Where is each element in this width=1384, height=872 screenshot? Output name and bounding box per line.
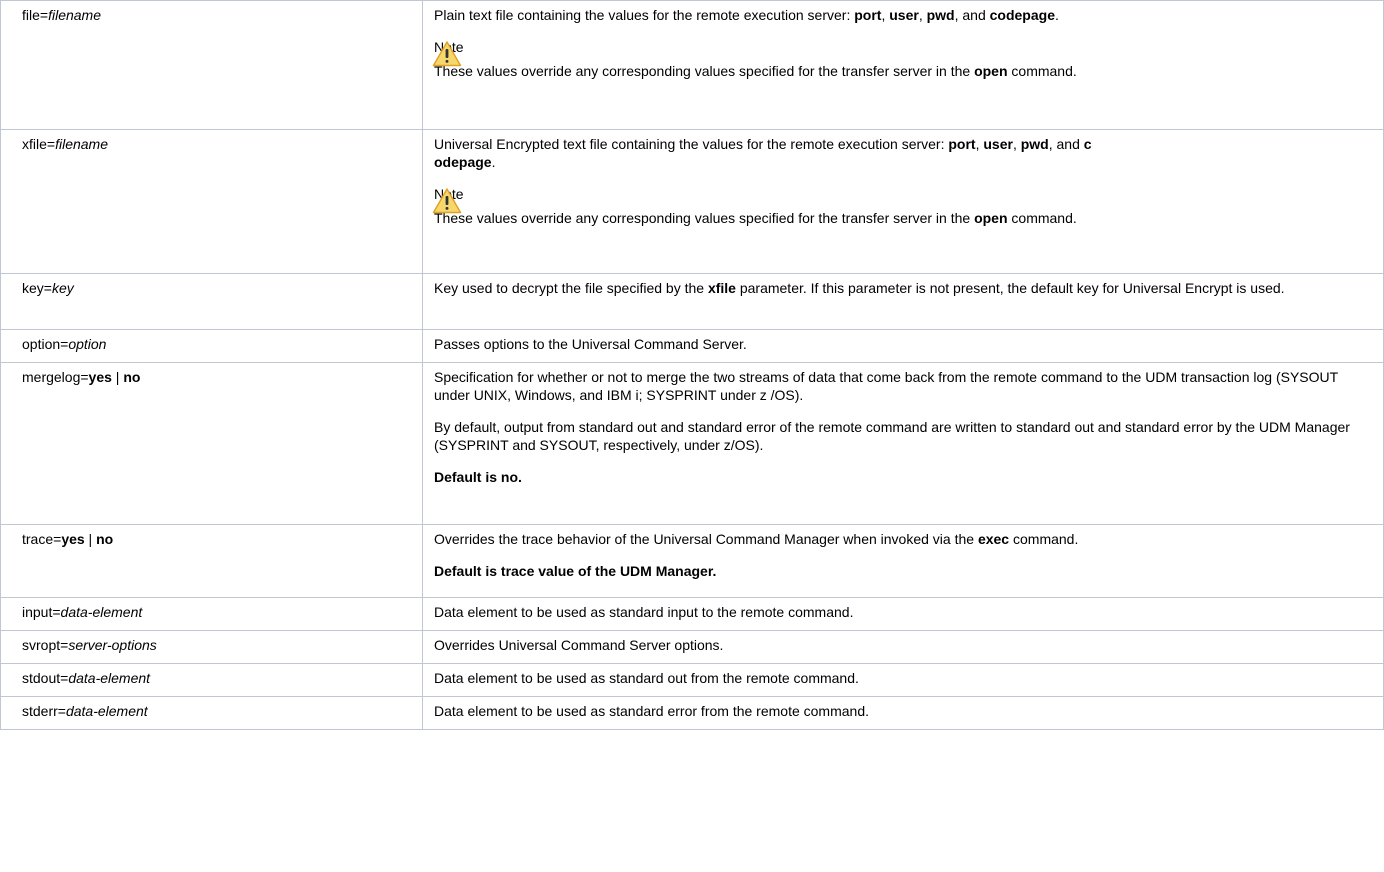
option-yes: yes (88, 369, 112, 385)
table-row: mergelog=yes | no Specification for whet… (0, 362, 1384, 525)
description-text: Key used to decrypt the file specified b… (434, 280, 1285, 296)
description-cell: Data element to be used as standard erro… (422, 696, 1384, 730)
parameter-cell: trace=yes | no (0, 524, 423, 598)
description-cell: Universal Encrypted text file containing… (422, 129, 1384, 274)
table-row: option=option Passes options to the Univ… (0, 329, 1384, 363)
table-row: xfile=filename Universal Encrypted text … (0, 129, 1384, 274)
option-no: no (123, 369, 141, 385)
parameter-argument: key (51, 280, 74, 296)
table-row: key=key Key used to decrypt the file spe… (0, 273, 1384, 330)
note-text: These values override any corresponding … (432, 188, 1365, 227)
parameter-name: option= (22, 336, 69, 352)
table-row: stdout=data-element Data element to be u… (0, 663, 1384, 697)
description-cell: Passes options to the Universal Command … (422, 329, 1384, 363)
description-cell: Overrides the trace behavior of the Univ… (422, 524, 1384, 598)
default-text: Default is no. (434, 469, 522, 485)
note-text: These values override any corresponding … (432, 41, 1365, 80)
parameter-argument: data-element (60, 604, 143, 620)
description-cell: Plain text file containing the values fo… (422, 0, 1384, 130)
table-row: file=filename Plain text file containing… (0, 0, 1384, 130)
note-block: Note These values override any correspon… (432, 38, 1365, 80)
description-cell: Data element to be used as standard inpu… (422, 597, 1384, 631)
parameter-name: xfile= (22, 136, 56, 152)
parameter-argument: server-options (68, 637, 157, 653)
table-row: trace=yes | no Overrides the trace behav… (0, 524, 1384, 598)
parameter-name: stderr= (22, 703, 66, 719)
parameter-cell: xfile=filename (0, 129, 423, 274)
parameter-argument: data-element (68, 670, 151, 686)
parameter-name: mergelog= (22, 369, 89, 385)
parameters-table: file=filename Plain text file containing… (0, 0, 1384, 730)
parameter-cell: stdout=data-element (0, 663, 423, 697)
description-text: By default, output from standard out and… (434, 419, 1350, 453)
parameter-name: input= (22, 604, 61, 620)
description-cell: Overrides Universal Command Server optio… (422, 630, 1384, 664)
parameter-name: file= (22, 7, 49, 23)
parameter-cell: mergelog=yes | no (0, 362, 423, 525)
note-title: Note (434, 185, 1365, 203)
note-block: Note These values override any correspon… (432, 185, 1365, 227)
parameter-name: stdout= (22, 670, 69, 686)
description-text: Data element to be used as standard inpu… (434, 604, 854, 620)
description-cell: Data element to be used as standard out … (422, 663, 1384, 697)
parameter-argument: filename (55, 136, 108, 152)
table-row: input=data-element Data element to be us… (0, 597, 1384, 631)
parameter-argument: filename (48, 7, 101, 23)
description-text: Overrides Universal Command Server optio… (434, 637, 724, 653)
parameter-cell: svropt=server-options (0, 630, 423, 664)
option-yes: yes (61, 531, 85, 547)
description-text: Passes options to the Universal Command … (434, 336, 747, 352)
parameter-cell: option=option (0, 329, 423, 363)
parameter-argument: data-element (65, 703, 148, 719)
parameter-cell: stderr=data-element (0, 696, 423, 730)
note-title: Note (434, 38, 1365, 56)
description-text: Overrides the trace behavior of the Univ… (434, 531, 1079, 547)
parameter-name: key= (22, 280, 52, 296)
parameter-name: svropt= (22, 637, 69, 653)
description-text: Universal Encrypted text file containing… (434, 136, 1092, 170)
parameter-name: trace= (22, 531, 62, 547)
warning-icon (432, 188, 462, 214)
table-row: stderr=data-element Data element to be u… (0, 696, 1384, 730)
description-cell: Key used to decrypt the file specified b… (422, 273, 1384, 330)
table-row: svropt=server-options Overrides Universa… (0, 630, 1384, 664)
description-text: Plain text file containing the values fo… (434, 7, 1059, 23)
parameter-cell: input=data-element (0, 597, 423, 631)
description-text: Specification for whether or not to merg… (434, 369, 1338, 403)
description-text: Data element to be used as standard out … (434, 670, 859, 686)
warning-icon (432, 41, 462, 67)
description-cell: Specification for whether or not to merg… (422, 362, 1384, 525)
option-no: no (96, 531, 114, 547)
default-text: Default is trace value of the UDM Manage… (434, 563, 717, 579)
parameter-cell: file=filename (0, 0, 423, 130)
description-text: Data element to be used as standard erro… (434, 703, 869, 719)
parameter-argument: option (68, 336, 107, 352)
parameter-cell: key=key (0, 273, 423, 330)
